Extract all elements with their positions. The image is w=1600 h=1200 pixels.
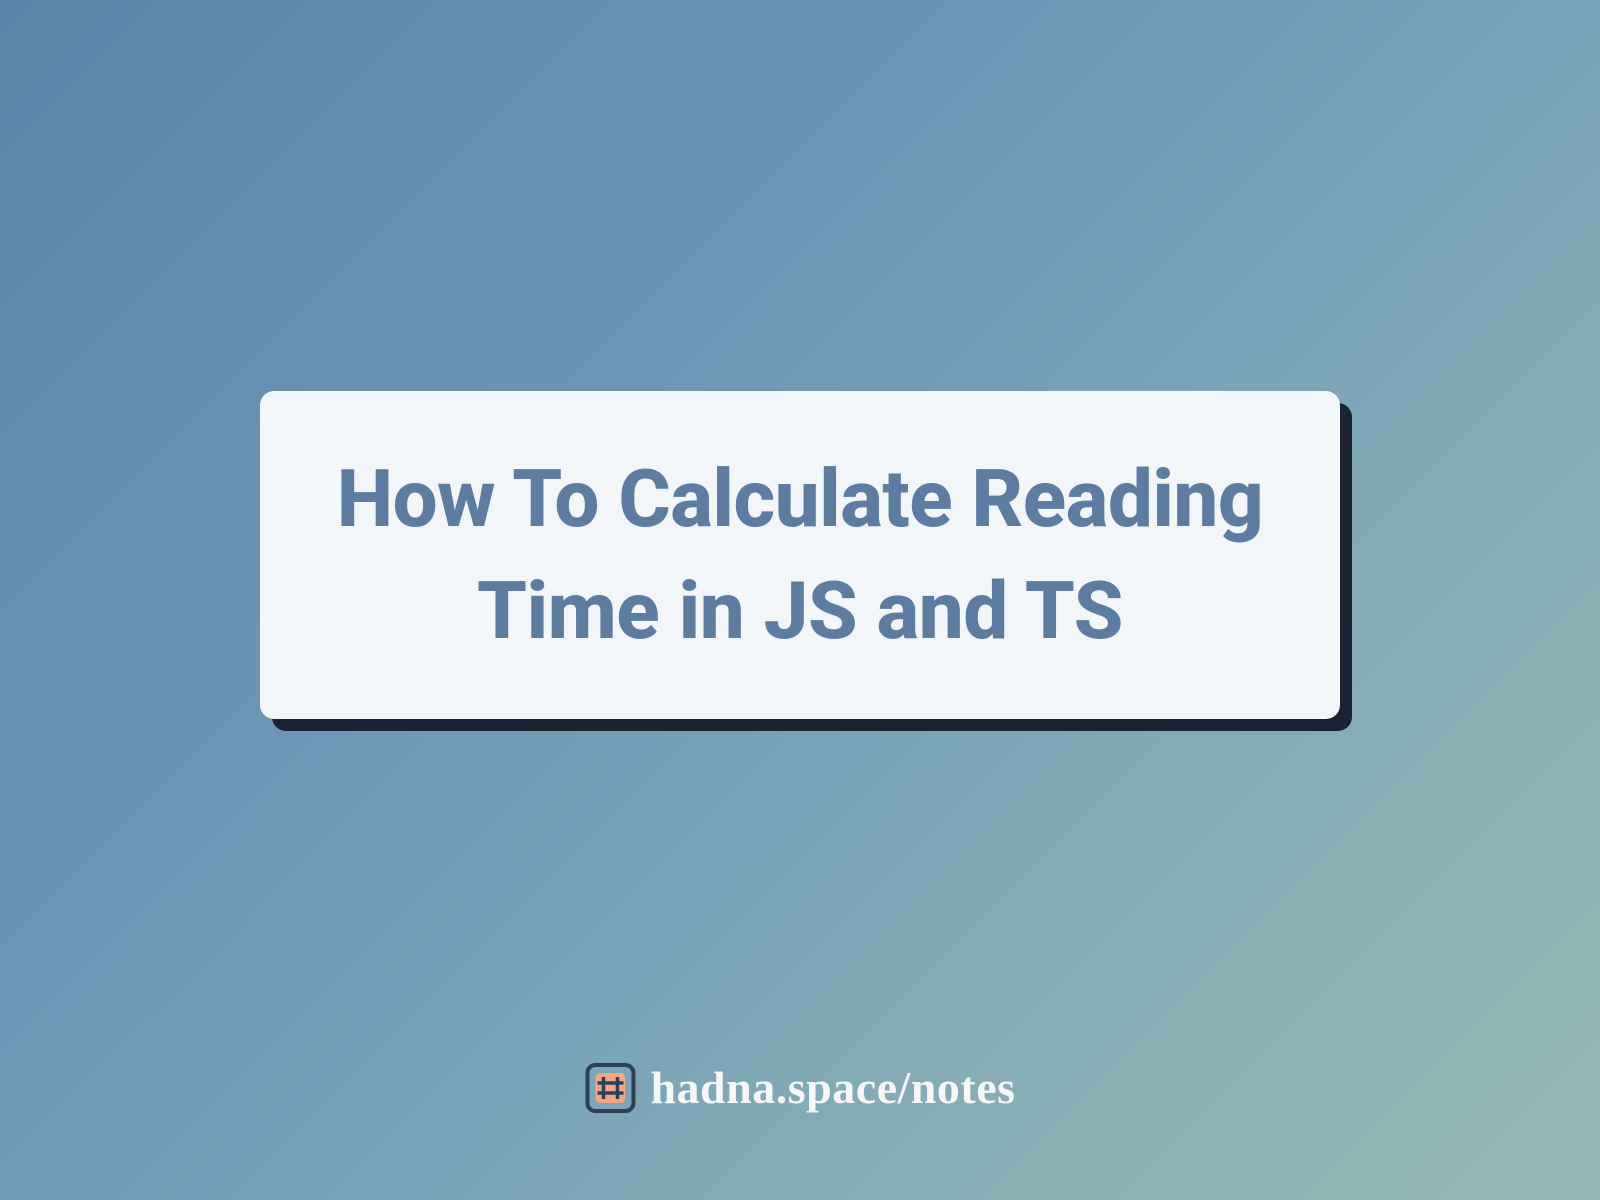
title-heading: How To Calculate Reading Time in JS and … bbox=[310, 443, 1290, 667]
footer-url: hadna.space/notes bbox=[650, 1061, 1015, 1114]
hash-logo-icon bbox=[584, 1062, 636, 1114]
title-card: How To Calculate Reading Time in JS and … bbox=[260, 391, 1340, 719]
footer: hadna.space/notes bbox=[584, 1061, 1015, 1114]
